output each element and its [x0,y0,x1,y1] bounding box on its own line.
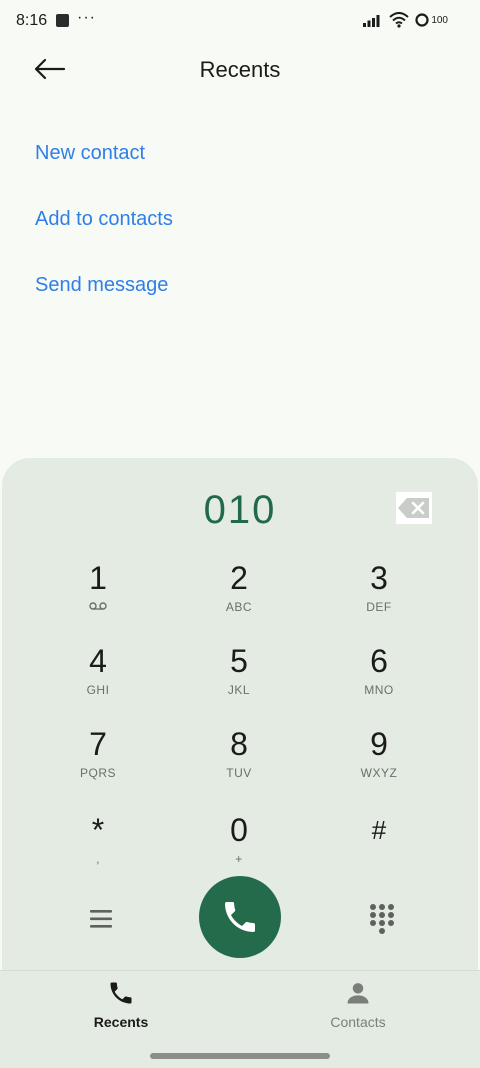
key-5[interactable]: 5 JKL [179,643,299,713]
bottom-navigation: Recents Contacts [0,970,480,1068]
status-time: 8:16 [16,12,48,29]
key-2[interactable]: 2 ABC [179,560,299,630]
signal-icon [363,15,380,27]
key-9[interactable]: 9 WXYZ [319,726,439,796]
key-3[interactable]: 3 DEF [319,560,439,630]
menu-icon [90,910,112,928]
key-8[interactable]: 8 TUV [179,726,299,796]
page-title: Recents [199,57,281,82]
voicemail-icon [38,600,158,614]
nav-contacts[interactable]: Contacts [298,979,418,1030]
send-message-link[interactable]: Send message [35,274,168,297]
key-digit: 5 [230,643,248,679]
key-4[interactable]: 4 GHI [38,643,158,713]
battery-level: 100 [431,14,448,26]
key-digit: 9 [370,726,388,762]
key-1[interactable]: 1 [38,560,158,630]
notification-icon [56,14,69,27]
key-star[interactable]: * , [38,812,158,882]
key-digit: * [91,812,105,848]
key-6[interactable]: 6 MNO [319,643,439,713]
key-digit: 8 [230,726,248,762]
dialpad-toggle-button[interactable] [364,902,400,938]
key-letters: WXYZ [360,766,398,780]
key-letters: MNO [364,683,394,697]
key-digit: 3 [370,560,388,596]
key-letters: JKL [227,683,251,697]
key-hash[interactable]: # [319,812,439,882]
call-button[interactable] [199,876,281,958]
key-digit: # [371,815,387,845]
key-digit: 7 [89,726,107,762]
status-bar: 8:16 ··· 100 [0,0,480,40]
key-digit: 0 [230,812,248,848]
key-letters: + [235,852,243,866]
phone-icon [110,982,132,1004]
key-letters: PQRS [79,766,116,780]
key-letters: TUV [226,766,252,780]
dialpad-icon [370,904,394,934]
menu-button[interactable] [84,904,120,934]
key-0[interactable]: 0 + [179,812,299,882]
backspace-button[interactable] [396,492,432,524]
phone-icon [225,902,255,932]
status-icons: 100 [363,12,448,28]
add-to-contacts-link[interactable]: Add to contacts [35,208,173,231]
nav-contacts-label: Contacts [330,1014,386,1030]
key-letters: , [96,852,100,866]
nav-recents[interactable]: Recents [61,979,181,1030]
key-digit: 4 [89,643,107,679]
dialpad-panel: 010 1 2 ABC 3 DEF 4 GHI 5 JKL 6 MNO 7 PQ… [2,458,478,970]
key-letters: ABC [225,600,253,614]
new-contact-link[interactable]: New contact [35,142,145,165]
key-digit: 2 [230,560,248,596]
home-indicator[interactable] [150,1053,330,1059]
nav-recents-label: Recents [93,1014,149,1030]
key-7[interactable]: 7 PQRS [38,726,158,796]
key-digit: 6 [370,643,388,679]
key-digit: 1 [89,560,107,596]
battery-icon [415,13,429,27]
key-letters: DEF [366,600,392,614]
backspace-icon [398,498,429,518]
wifi-icon [389,12,409,28]
person-icon [347,983,369,1004]
key-letters: GHI [86,683,110,697]
more-notifications-icon: ··· [77,9,96,26]
